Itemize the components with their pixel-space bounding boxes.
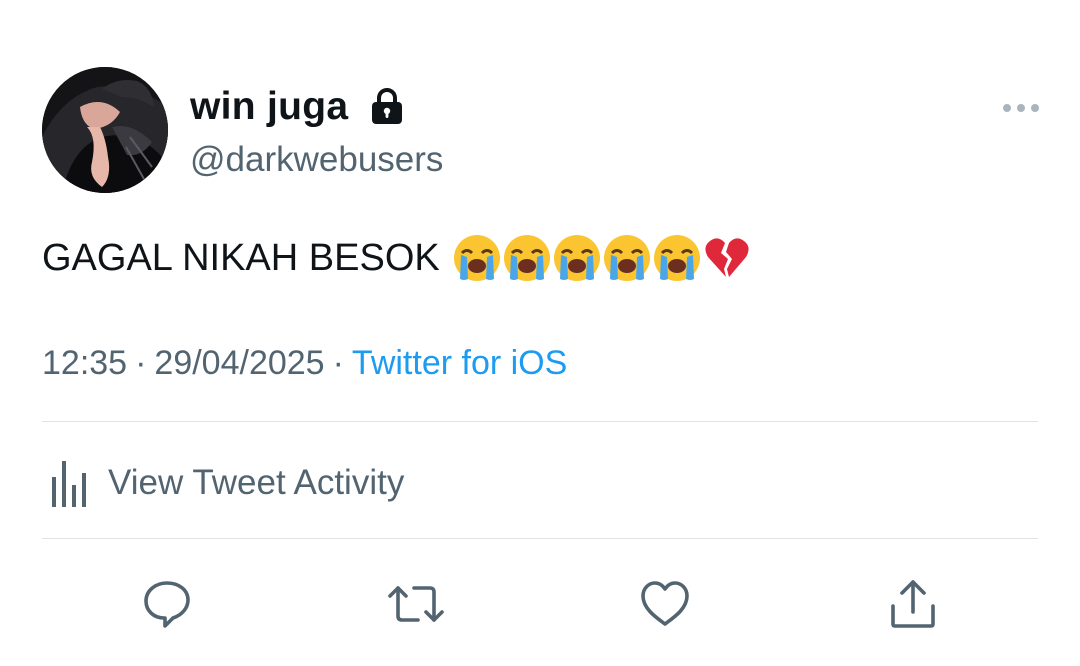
divider [42, 538, 1038, 539]
reply-icon [144, 581, 190, 628]
retweet-button[interactable] [388, 576, 444, 632]
share-icon [891, 580, 935, 628]
tweet-text: GAGAL NIKAH BESOK [42, 232, 752, 284]
loudly-crying-face-icon [653, 235, 700, 281]
loudly-crying-face-icon [503, 235, 550, 281]
tweet-meta: 12:35 · 29/04/2025 · Twitter for iOS [42, 340, 567, 386]
tweet-time: 12:35 [42, 344, 128, 382]
bar-chart-icon [52, 461, 86, 507]
divider [42, 421, 1038, 422]
emoji-row [452, 233, 752, 283]
lock-icon [372, 88, 402, 124]
handle[interactable]: @darkwebusers [190, 138, 443, 182]
reply-button[interactable] [139, 576, 195, 632]
share-button[interactable] [885, 576, 941, 632]
meta-separator: · [135, 344, 147, 382]
retweet-icon [388, 586, 444, 622]
loudly-crying-face-icon [603, 235, 650, 281]
activity-label: View Tweet Activity [108, 463, 405, 502]
loudly-crying-face-icon [453, 235, 500, 281]
broken-heart-icon [705, 238, 749, 277]
display-name[interactable]: win juga [190, 84, 348, 130]
like-button[interactable] [637, 576, 693, 632]
loudly-crying-face-icon [553, 235, 600, 281]
tweet-date: 29/04/2025 [154, 344, 325, 382]
more-horizontal-icon[interactable] [998, 96, 1044, 120]
avatar[interactable] [42, 67, 168, 193]
meta-separator: · [332, 344, 344, 382]
tweet-source-link[interactable]: Twitter for iOS [352, 344, 567, 382]
avatar-image [42, 67, 168, 193]
view-tweet-activity-button[interactable]: View Tweet Activity [42, 455, 404, 511]
heart-icon [641, 581, 689, 626]
tweet-body: GAGAL NIKAH BESOK [42, 237, 440, 279]
